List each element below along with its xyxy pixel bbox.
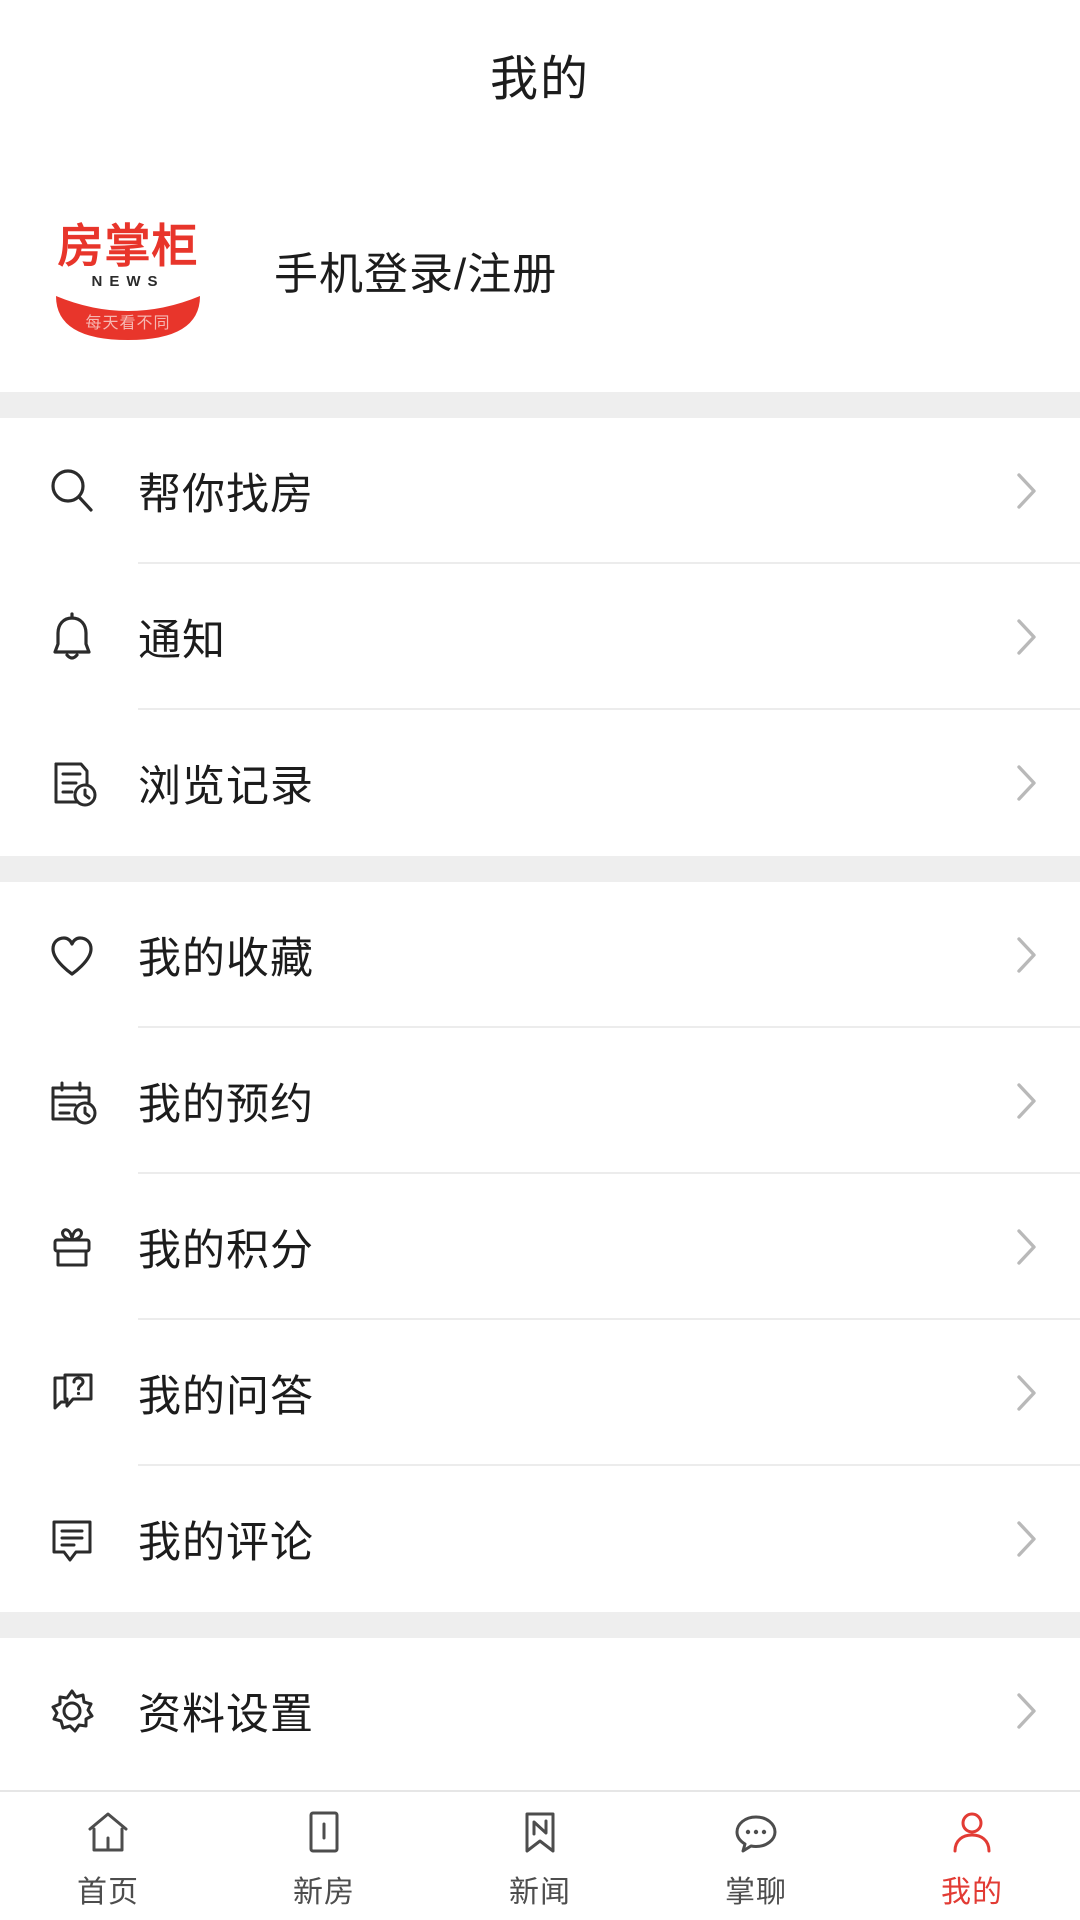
tab-home[interactable]: 首页 <box>0 1792 216 1920</box>
chevron-right-icon <box>1006 469 1046 513</box>
gift-icon <box>34 1218 110 1276</box>
login-register-link[interactable]: 手机登录/注册 <box>274 238 557 302</box>
menu-group-tools: 帮你找房 通知 浏览记录 <box>0 418 1080 856</box>
bottom-tab-bar: 首页 新房 新闻 掌聊 我的 <box>0 1790 1080 1920</box>
new-house-icon <box>298 1805 350 1859</box>
user-icon <box>946 1805 998 1859</box>
profile-login-row[interactable]: 房掌柜 NEWS 每天看不同 手机登录/注册 <box>0 148 1080 392</box>
chevron-right-icon <box>1006 1371 1046 1415</box>
chevron-right-icon <box>1006 1517 1046 1561</box>
menu-item-label: 浏览记录 <box>138 763 314 811</box>
chevron-right-icon <box>1006 1689 1046 1733</box>
menu-item-label: 我的积分 <box>138 1227 314 1275</box>
heart-icon <box>34 926 110 984</box>
menu-item-favorites[interactable]: 我的收藏 <box>0 882 1080 1028</box>
tab-chat[interactable]: 掌聊 <box>648 1792 864 1920</box>
group-separator <box>0 856 1080 882</box>
chevron-right-icon <box>1006 933 1046 977</box>
menu-item-appointments[interactable]: 我的预约 <box>0 1028 1080 1174</box>
tab-label: 掌聊 <box>725 1876 787 1909</box>
chevron-right-icon <box>1006 1225 1046 1269</box>
menu-item-notifications[interactable]: 通知 <box>0 564 1080 710</box>
svg-text:NEWS: NEWS <box>92 273 165 290</box>
calendar-clock-icon <box>34 1072 110 1130</box>
page-header: 我的 <box>0 0 1080 148</box>
tab-label: 首页 <box>77 1876 139 1909</box>
comment-bubble-icon <box>34 1510 110 1568</box>
menu-group-settings: 资料设置 <box>0 1638 1080 1784</box>
tab-new-house[interactable]: 新房 <box>216 1792 432 1920</box>
menu-item-label: 帮你找房 <box>138 471 314 519</box>
menu-item-label: 我的评论 <box>138 1519 314 1567</box>
tab-label: 新房 <box>293 1876 355 1909</box>
menu-group-personal: 我的收藏 我的预约 我的积分 我的问答 我的评论 <box>0 882 1080 1612</box>
svg-text:每天看不同: 每天看不同 <box>85 313 170 332</box>
tab-mine[interactable]: 我的 <box>864 1792 1080 1920</box>
history-document-clock-icon <box>34 754 110 812</box>
group-separator <box>0 1612 1080 1638</box>
gear-icon <box>34 1682 110 1740</box>
question-bubbles-icon <box>34 1364 110 1422</box>
group-separator <box>0 392 1080 418</box>
tab-news[interactable]: 新闻 <box>432 1792 648 1920</box>
menu-item-qa[interactable]: 我的问答 <box>0 1320 1080 1466</box>
home-icon <box>82 1805 134 1859</box>
menu-item-label: 我的收藏 <box>138 935 314 983</box>
menu-item-browsing-history[interactable]: 浏览记录 <box>0 710 1080 856</box>
menu-item-label: 我的问答 <box>138 1373 314 1421</box>
chevron-right-icon <box>1006 615 1046 659</box>
chat-icon <box>730 1805 782 1859</box>
app-screen: 我的 房掌柜 NEWS 每天看不同 手机登录/注册 帮你找房 通知 浏览记录 我… <box>0 0 1080 1920</box>
menu-item-profile-settings[interactable]: 资料设置 <box>0 1638 1080 1784</box>
search-icon <box>34 462 110 520</box>
svg-text:房掌柜: 房掌柜 <box>58 219 199 273</box>
menu-item-label: 资料设置 <box>138 1691 314 1739</box>
news-icon <box>514 1805 566 1859</box>
bell-icon <box>34 608 110 666</box>
menu-item-find-house[interactable]: 帮你找房 <box>0 418 1080 564</box>
page-title: 我的 <box>489 53 590 106</box>
menu-item-label: 我的预约 <box>138 1081 314 1129</box>
tab-label: 新闻 <box>509 1876 571 1909</box>
chevron-right-icon <box>1006 1079 1046 1123</box>
fangzhanggui-news-logo: 房掌柜 NEWS 每天看不同 <box>42 200 214 340</box>
menu-item-comments[interactable]: 我的评论 <box>0 1466 1080 1612</box>
menu-item-label: 通知 <box>138 617 226 665</box>
tab-label: 我的 <box>941 1876 1003 1909</box>
menu-item-points[interactable]: 我的积分 <box>0 1174 1080 1320</box>
chevron-right-icon <box>1006 761 1046 805</box>
